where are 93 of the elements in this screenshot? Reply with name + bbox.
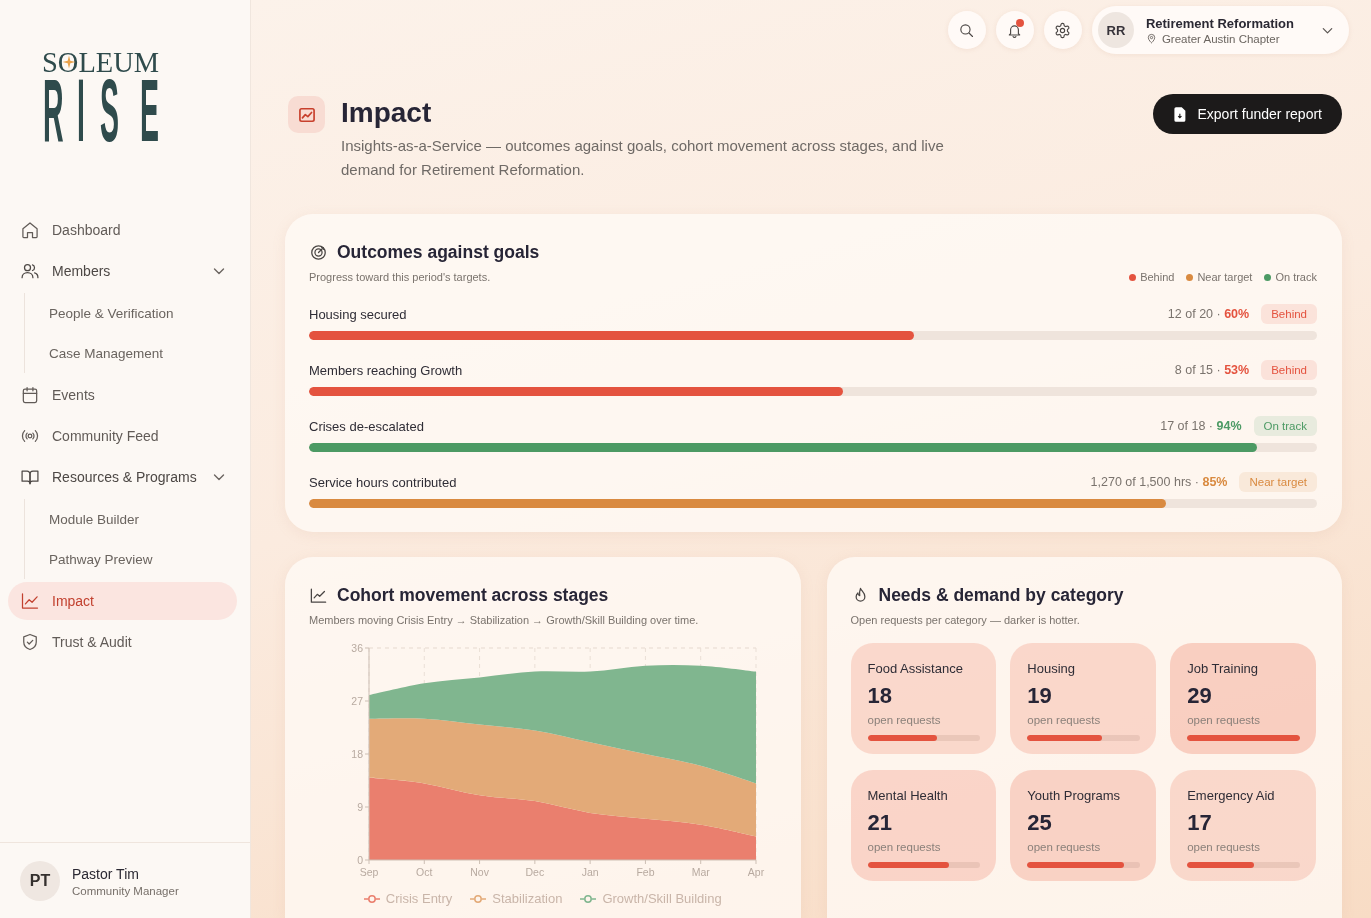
axis-tick-label: Nov: [470, 866, 489, 878]
goal-progress: 17 of 18 · 94%: [1160, 419, 1242, 433]
card-title: Cohort movement across stages: [337, 584, 609, 606]
settings-button[interactable]: [1043, 11, 1082, 49]
legend-label: Near target: [1197, 271, 1253, 283]
legend-label: Growth/Skill Building: [602, 891, 722, 906]
status-badge: Near target: [1239, 472, 1317, 492]
user-name: Pastor Tim: [72, 865, 140, 882]
page-subtitle: Insights-as-a-Service — outcomes against goals, cohort movement across stages, and live demand for Retirement Reformation.: [341, 136, 945, 180]
goal-progress: 12 of 20 · 60%: [1167, 307, 1250, 321]
nav-subitem[interactable]: Pathway Preview: [25, 539, 237, 579]
axis-tick-label: 36: [351, 641, 363, 654]
legend-label: Crisis Entry: [385, 891, 453, 906]
category-name: Housing: [1027, 660, 1077, 678]
goal-label: Crises de-escalated: [309, 418, 424, 434]
request-count: 18: [867, 683, 893, 709]
goal-label: Members reaching Growth: [309, 362, 463, 378]
target-icon: [309, 242, 328, 262]
category-name: Emergency Aid: [1187, 787, 1276, 805]
search-button[interactable]: [947, 11, 986, 49]
user-avatar: PT: [20, 861, 60, 901]
home-icon: [20, 220, 40, 240]
nav-item[interactable]: Trust & Audit: [8, 623, 237, 661]
organization-switcher[interactable]: RR Retirement Reformation Greater Austin Chapter: [1091, 6, 1349, 54]
legend-label: Behind: [1140, 271, 1175, 283]
nav-subitem[interactable]: People & Verification: [25, 293, 237, 333]
status-badge: On track: [1253, 416, 1317, 436]
axis-tick-label: 9: [357, 800, 363, 813]
notifications-button[interactable]: [995, 11, 1034, 49]
nav-subitem[interactable]: Module Builder: [25, 499, 237, 539]
legend-line-icon: [580, 893, 597, 904]
export-report-button[interactable]: Export funder report: [1153, 94, 1342, 134]
legend-label: On track: [1275, 271, 1317, 283]
nav-subitem[interactable]: Case Management: [25, 333, 237, 373]
status-badge: Behind: [1261, 360, 1317, 380]
count-unit: open requests: [1027, 840, 1102, 854]
count-unit: open requests: [1187, 713, 1262, 727]
nav-item[interactable]: Community Feed: [8, 417, 237, 455]
count-unit: open requests: [867, 713, 942, 727]
line-chart-icon: [288, 96, 325, 133]
nav-item[interactable]: Members: [8, 252, 237, 290]
user-role: Community Manager: [72, 884, 179, 897]
nav-item[interactable]: Resources & Programs: [8, 458, 237, 496]
axis-tick-label: 18: [351, 747, 363, 760]
card-title: Outcomes against goals: [337, 241, 540, 263]
axis-tick-label: Mar: [691, 866, 710, 878]
goal-label: Housing secured: [309, 306, 407, 322]
organization-name: Retirement Reformation: [1145, 15, 1294, 31]
request-count: 25: [1027, 810, 1053, 836]
calendar-icon: [20, 385, 40, 405]
file-download-icon: [1174, 106, 1188, 122]
search-icon: [958, 21, 976, 39]
line-chart-icon: [20, 591, 40, 611]
shield-check-icon: [20, 632, 40, 652]
axis-tick-label: Jan: [581, 866, 599, 878]
category-name: Youth Programs: [1027, 787, 1122, 805]
axis-tick-label: 27: [351, 694, 363, 707]
count-unit: open requests: [867, 840, 942, 854]
settings-icon: [1054, 21, 1072, 39]
axis-tick-label: Sep: [359, 866, 379, 878]
goal-progress: 8 of 15 · 53%: [1174, 363, 1250, 377]
axis-tick-label: Dec: [525, 866, 545, 878]
nav-item[interactable]: Impact: [8, 582, 237, 620]
nav-item[interactable]: Dashboard: [8, 211, 237, 249]
request-count: 17: [1187, 810, 1213, 836]
card-title: Needs & demand by category: [878, 584, 1124, 606]
category-name: Mental Health: [867, 787, 949, 805]
card-subtitle: Open requests per category — darker is hotter.: [850, 613, 1081, 627]
category-name: Job Training: [1187, 660, 1259, 678]
card-subtitle: Members moving Crisis Entry → Stabilization → Growth/Skill Building over time.: [309, 613, 700, 627]
page-title: Impact: [341, 96, 433, 130]
card-subtitle: Progress toward this period's targets.: [309, 271, 491, 283]
axis-tick-label: Apr: [747, 866, 765, 878]
nav-item[interactable]: Events: [8, 376, 237, 414]
organization-avatar: RR: [1097, 12, 1134, 48]
category-name: Food Assistance: [867, 660, 964, 678]
count-unit: open requests: [1027, 713, 1102, 727]
users-icon: [20, 261, 40, 281]
legend-line-icon: [363, 893, 380, 904]
goal-label: Service hours contributed: [309, 474, 457, 490]
axis-tick-label: Feb: [636, 866, 655, 878]
request-count: 21: [867, 810, 893, 836]
axis-tick-label: Oct: [416, 866, 433, 878]
organization-chapter: Greater Austin Chapter: [1161, 32, 1280, 45]
map-pin-icon: [1145, 33, 1157, 44]
legend-line-icon: [470, 893, 487, 904]
count-unit: open requests: [1187, 840, 1262, 854]
request-count: 19: [1027, 683, 1053, 709]
goal-progress: 1,270 of 1,500 hrs · 85%: [1090, 475, 1228, 489]
axis-tick-label: 0: [357, 853, 363, 866]
status-badge: Behind: [1261, 304, 1317, 324]
request-count: 29: [1187, 683, 1213, 709]
legend-label: Stabilization: [492, 891, 563, 906]
